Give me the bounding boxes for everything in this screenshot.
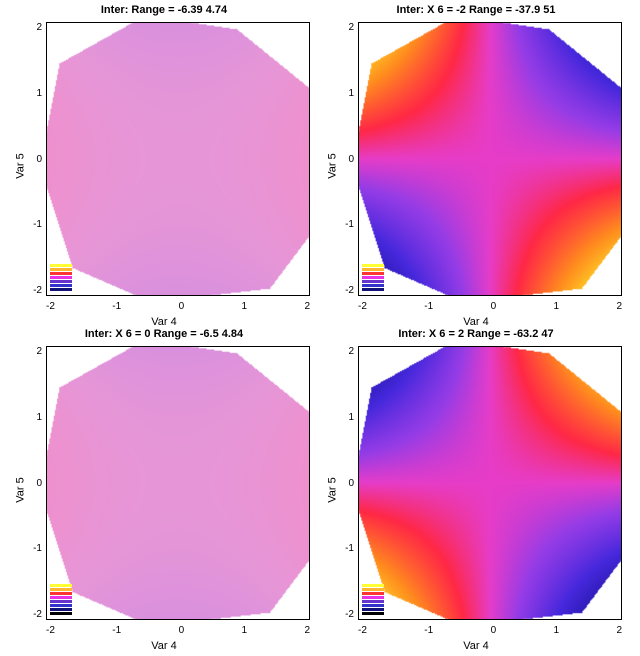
color-legend [362, 264, 384, 292]
x-axis-label: Var 4 [8, 316, 320, 328]
plot-area: -2 -1 0 1 2 2 1 0 -1 -2 [358, 22, 622, 296]
x-ticks: -2 -1 0 1 2 [358, 625, 622, 636]
panel-title: Inter: X 6 = -2 Range = -37.9 51 [320, 4, 632, 16]
plot-area: -2 -1 0 1 2 2 1 0 -1 -2 [46, 346, 310, 620]
axis-box [358, 22, 622, 296]
axis-box [358, 346, 622, 620]
y-ticks: 2 1 0 -1 -2 [336, 346, 354, 620]
plot-area: -2 -1 0 1 2 2 1 0 -1 -2 [46, 22, 310, 296]
color-legend [50, 584, 72, 616]
x-axis-label: Var 4 [320, 640, 632, 652]
chart-grid: Inter: Range = -6.39 4.74 Var 5 Var 4 -2… [0, 0, 640, 656]
plot-area: -2 -1 0 1 2 2 1 0 -1 -2 [358, 346, 622, 620]
panel-title: Inter: X 6 = 2 Range = -63.2 47 [320, 328, 632, 340]
x-axis-label: Var 4 [320, 316, 632, 328]
color-legend [362, 584, 384, 616]
panel-title: Inter: Range = -6.39 4.74 [8, 4, 320, 16]
panel-0: Inter: Range = -6.39 4.74 Var 5 Var 4 -2… [8, 4, 320, 328]
axis-box [46, 346, 310, 620]
color-legend [50, 264, 72, 292]
y-ticks: 2 1 0 -1 -2 [336, 22, 354, 296]
y-ticks: 2 1 0 -1 -2 [24, 22, 42, 296]
panel-title: Inter: X 6 = 0 Range = -6.5 4.84 [8, 328, 320, 340]
y-ticks: 2 1 0 -1 -2 [24, 346, 42, 620]
x-ticks: -2 -1 0 1 2 [358, 301, 622, 312]
panel-3: Inter: X 6 = 2 Range = -63.2 47 Var 5 Va… [320, 328, 632, 652]
x-ticks: -2 -1 0 1 2 [46, 625, 310, 636]
x-axis-label: Var 4 [8, 640, 320, 652]
panel-2: Inter: X 6 = 0 Range = -6.5 4.84 Var 5 V… [8, 328, 320, 652]
x-ticks: -2 -1 0 1 2 [46, 301, 310, 312]
panel-1: Inter: X 6 = -2 Range = -37.9 51 Var 5 V… [320, 4, 632, 328]
axis-box [46, 22, 310, 296]
